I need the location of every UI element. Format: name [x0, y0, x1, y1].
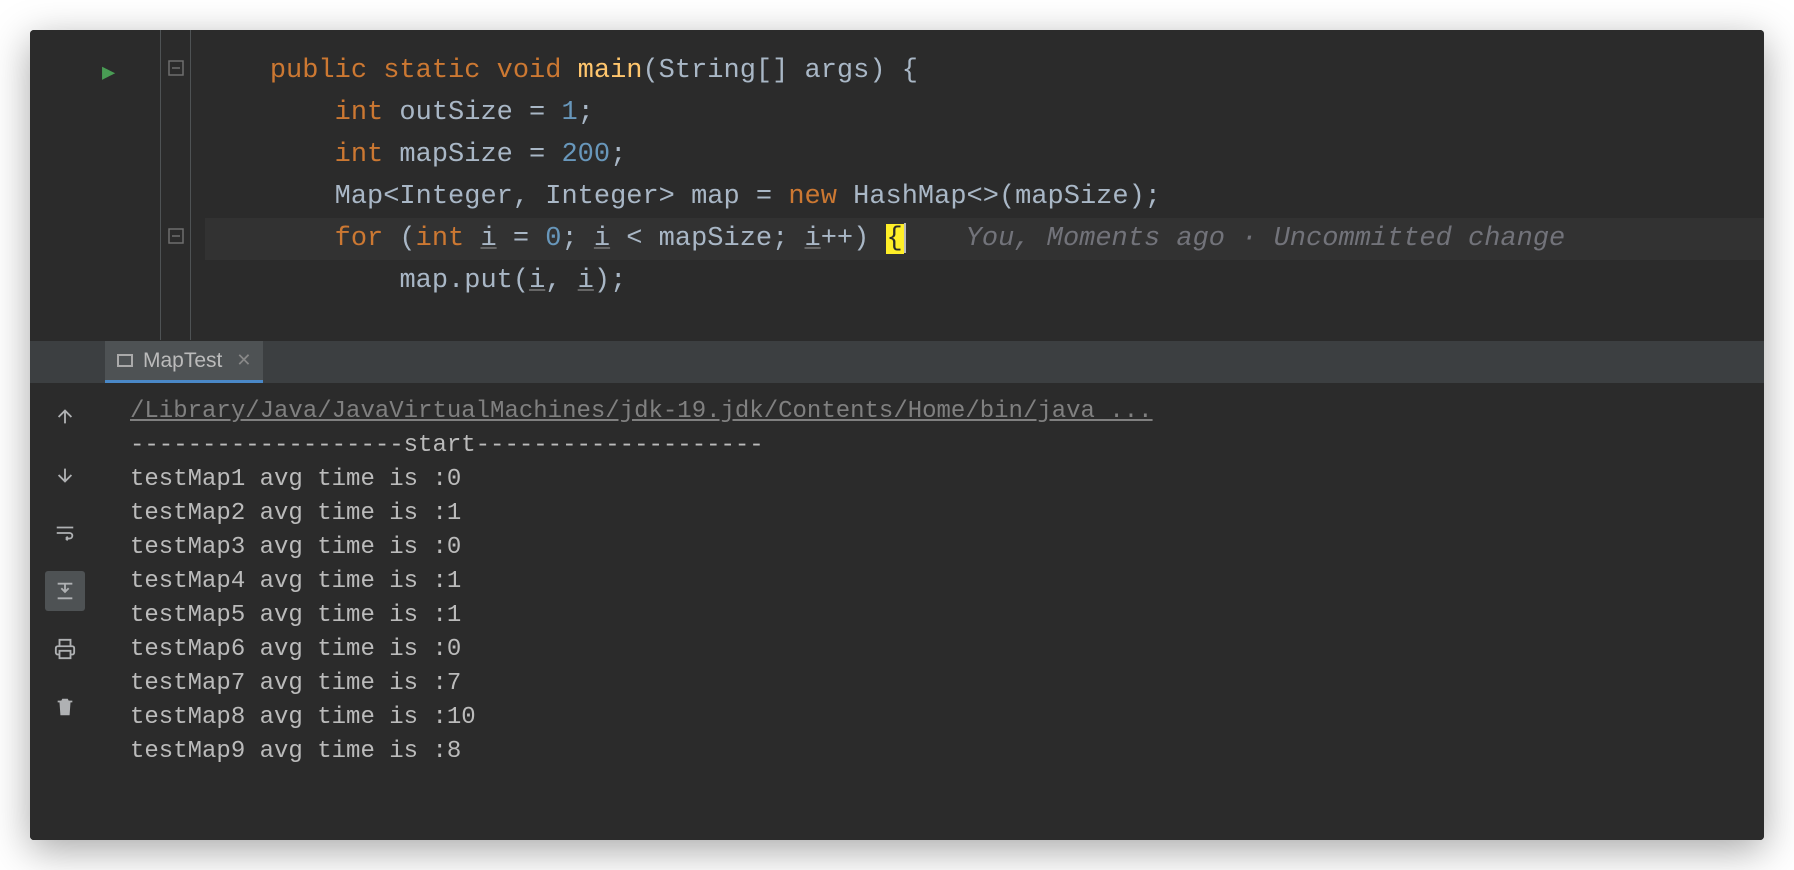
code-line[interactable]: int outSize = 1; — [205, 92, 1764, 134]
code-line[interactable]: for (int i = 0; i < mapSize; i++) {You, … — [205, 218, 1764, 260]
console-toolbar — [30, 383, 100, 840]
console-line: testMap2 avg time is :1 — [130, 497, 1752, 531]
console-header: /Library/Java/JavaVirtualMachines/jdk-19… — [130, 395, 1752, 429]
trash-icon[interactable] — [45, 687, 85, 727]
scroll-down-icon[interactable] — [45, 455, 85, 495]
editor-gutter: ▶ — [30, 30, 205, 340]
code-editor[interactable]: ▶ public static void main(String[] args)… — [30, 30, 1764, 340]
fold-icon[interactable] — [168, 60, 186, 78]
console-line: testMap1 avg time is :0 — [130, 463, 1752, 497]
print-icon[interactable] — [45, 629, 85, 669]
console-line: testMap8 avg time is :10 — [130, 701, 1752, 735]
scroll-to-end-icon[interactable] — [45, 571, 85, 611]
console-divider: -------------------start----------------… — [130, 429, 1752, 463]
run-tabbar: MapTest ✕ — [30, 340, 1764, 383]
code-line[interactable]: map.put(i, i); — [205, 260, 1764, 302]
close-icon[interactable]: ✕ — [236, 350, 251, 371]
run-gutter-icon[interactable]: ▶ — [102, 60, 115, 86]
run-tab-label: MapTest — [143, 349, 222, 373]
console-output[interactable]: /Library/Java/JavaVirtualMachines/jdk-19… — [100, 383, 1764, 840]
fold-icon[interactable] — [168, 228, 186, 246]
console-line: testMap4 avg time is :1 — [130, 565, 1752, 599]
run-console: /Library/Java/JavaVirtualMachines/jdk-19… — [30, 383, 1764, 840]
code-line[interactable]: Map<Integer, Integer> map = new HashMap<… — [205, 176, 1764, 218]
console-line: testMap6 avg time is :0 — [130, 633, 1752, 667]
ide-window: ▶ public static void main(String[] args)… — [30, 30, 1764, 840]
soft-wrap-icon[interactable] — [45, 513, 85, 553]
console-line: testMap5 avg time is :1 — [130, 599, 1752, 633]
console-line: testMap3 avg time is :0 — [130, 531, 1752, 565]
code-line[interactable]: public static void main(String[] args) { — [205, 50, 1764, 92]
code-line[interactable]: int mapSize = 200; — [205, 134, 1764, 176]
window-icon — [117, 354, 133, 367]
console-line: testMap9 avg time is :8 — [130, 735, 1752, 769]
console-line: testMap7 avg time is :7 — [130, 667, 1752, 701]
run-tab-maptest[interactable]: MapTest ✕ — [105, 341, 263, 383]
code-content[interactable]: public static void main(String[] args) {… — [205, 30, 1764, 340]
vcs-inlay-hint: You, Moments ago · Uncommitted change — [966, 218, 1566, 260]
scroll-up-icon[interactable] — [45, 397, 85, 437]
